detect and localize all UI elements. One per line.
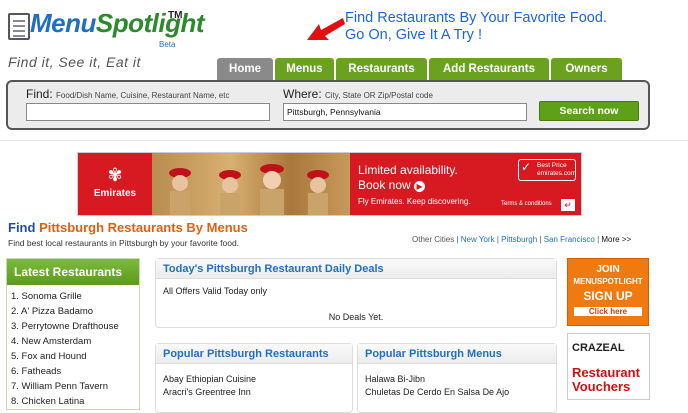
where-label-text: Where: <box>283 87 322 101</box>
deals-empty: No Deals Yet. <box>328 312 384 322</box>
play-arrow-icon: ▶ <box>414 181 426 192</box>
latest-title: Latest Restaurants <box>7 259 139 285</box>
tab-menus[interactable]: Menus <box>275 58 334 80</box>
badge-line2: emirates.com <box>537 170 577 177</box>
separator: | <box>496 235 499 244</box>
list-item[interactable]: 3. Perrytowne Drafthouse <box>7 319 139 334</box>
list-item[interactable]: 5. Fox and Hound <box>7 349 139 364</box>
tagline: Find it, See it, Eat it <box>8 54 141 70</box>
tab-home[interactable]: Home <box>217 58 273 80</box>
list-item[interactable]: 1. Sonoma Grille <box>7 289 139 304</box>
emirates-brand: Emirates <box>93 188 137 199</box>
list-item[interactable]: 8. Chicken Latina <box>7 394 139 409</box>
title-highlight: Pittsburgh Restaurants By Menus <box>39 220 248 235</box>
best-price-badge: ✓ Best Price emirates.com <box>518 159 576 181</box>
popular-menus-panel: Popular Pittsburgh Menus Halawa Bi-Jibn … <box>357 343 557 413</box>
promo-text: Find Restaurants By Your Favorite Food. … <box>345 10 607 44</box>
ad-headline2: Book now <box>358 178 411 192</box>
list-item[interactable]: Abay Ethiopian Cuisine <box>156 374 352 384</box>
checkmark-icon: ✓ <box>521 160 532 174</box>
title-find: Find <box>8 220 36 235</box>
join-signup-button[interactable]: JOIN MENUSPOTLIGHT SIGN UP Click here <box>567 258 649 326</box>
search-button[interactable]: Search now <box>539 101 639 121</box>
ad-message: Limited availability. Book now ▶ Fly Emi… <box>350 153 581 215</box>
tab-owners[interactable]: Owners <box>551 58 622 80</box>
popular-menus-title: Popular Pittsburgh Menus <box>358 344 556 364</box>
join-line4: Click here <box>574 307 642 316</box>
list-item[interactable]: Aracri's Greentree Inn <box>156 387 352 397</box>
list-item[interactable]: 4. New Amsterdam <box>7 334 139 349</box>
list-item[interactable]: Chuletas De Cerdo En Salsa De Ajo <box>358 387 556 397</box>
daily-deals-panel: Today's Pittsburgh Restaurant Daily Deal… <box>155 258 557 328</box>
emirates-emblem-icon: ✾ <box>107 165 123 186</box>
page-title: Find Pittsburgh Restaurants By Menus <box>8 220 248 235</box>
separator: | <box>539 235 542 244</box>
find-label: Find: Food/Dish Name, Cuisine, Restauran… <box>26 87 229 101</box>
ad-terms[interactable]: Terms & conditions <box>501 201 552 207</box>
where-input[interactable]: Pittsburgh, Pennsylvania <box>283 103 527 121</box>
tab-add-restaurants[interactable]: Add Restaurants <box>429 58 549 80</box>
city-link-pittsburgh[interactable]: Pittsburgh <box>501 235 537 244</box>
logo-part1: Menu <box>30 8 96 38</box>
separator: | <box>456 235 459 244</box>
return-icon[interactable]: ↵ <box>561 199 575 211</box>
trademark: TM <box>168 10 183 21</box>
list-item[interactable]: 7. William Penn Tavern <box>7 379 139 394</box>
find-hint: Food/Dish Name, Cuisine, Restaurant Name… <box>56 91 230 100</box>
badge-line1: Best Price <box>537 162 567 169</box>
other-cities: Other Cities | New York | Pittsburgh | S… <box>412 235 631 244</box>
where-label: Where: City, State OR Zip/Postal code <box>283 87 433 101</box>
list-item[interactable]: 6. Fatheads <box>7 364 139 379</box>
cabin-crew-image <box>169 164 329 215</box>
join-line1: JOIN <box>596 264 620 275</box>
red-arrow-icon <box>307 18 345 40</box>
list-item[interactable]: 2. A' Pizza Badamo <box>7 304 139 319</box>
logo-notepad-icon <box>8 13 30 40</box>
list-item[interactable]: Halawa Bi-Jibn <box>358 374 556 384</box>
crazeal-brand: CRAZEAL <box>572 342 625 354</box>
city-link-san-francisco[interactable]: San Francisco <box>544 235 595 244</box>
join-line2: MENUSPOTLIGHT <box>573 277 643 286</box>
popular-restaurants-panel: Popular Pittsburgh Restaurants Abay Ethi… <box>155 343 353 413</box>
promo-line2: Go On, Give It A Try ! <box>345 27 482 43</box>
divider <box>0 140 688 141</box>
other-cities-label: Other Cities <box>412 235 455 244</box>
separator: | <box>597 235 600 244</box>
latest-restaurants: Latest Restaurants 1. Sonoma Grille 2. A… <box>6 258 140 410</box>
ad-headline1: Limited availability. <box>358 163 458 177</box>
crazeal-text2: Vouchers <box>572 379 631 394</box>
join-line3: SIGN UP <box>583 289 633 303</box>
find-label-text: Find: <box>26 87 53 101</box>
find-input[interactable] <box>26 103 270 121</box>
page-subtitle: Find best local restaurants in Pittsburg… <box>8 238 240 248</box>
emirates-logo: ✾ Emirates <box>78 153 152 215</box>
popular-restaurants-title: Popular Pittsburgh Restaurants <box>156 344 352 364</box>
city-link-new-york[interactable]: New York <box>461 235 495 244</box>
main-nav: Home Menus Restaurants Add Restaurants O… <box>217 58 622 80</box>
promo-line1: Find Restaurants By Your Favorite Food. <box>345 10 607 26</box>
crazeal-text1: Restaurant <box>572 365 640 380</box>
logo-part2: Spotlight <box>95 8 205 38</box>
ad-photo <box>152 153 350 215</box>
deals-note: All Offers Valid Today only <box>163 286 268 296</box>
ad-tagline: Fly Emirates. Keep discovering. <box>358 197 471 206</box>
more-cities-link[interactable]: More >> <box>601 235 631 244</box>
emirates-ad[interactable]: ✾ Emirates Limited availability. Book no… <box>77 152 582 216</box>
where-hint: City, State OR Zip/Postal code <box>325 91 433 100</box>
crazeal-ad[interactable]: CRAZEAL Restaurant Vouchers <box>567 333 650 400</box>
deals-title: Today's Pittsburgh Restaurant Daily Deal… <box>156 259 556 279</box>
tab-restaurants[interactable]: Restaurants <box>336 58 427 80</box>
beta-label: Beta <box>159 40 176 49</box>
